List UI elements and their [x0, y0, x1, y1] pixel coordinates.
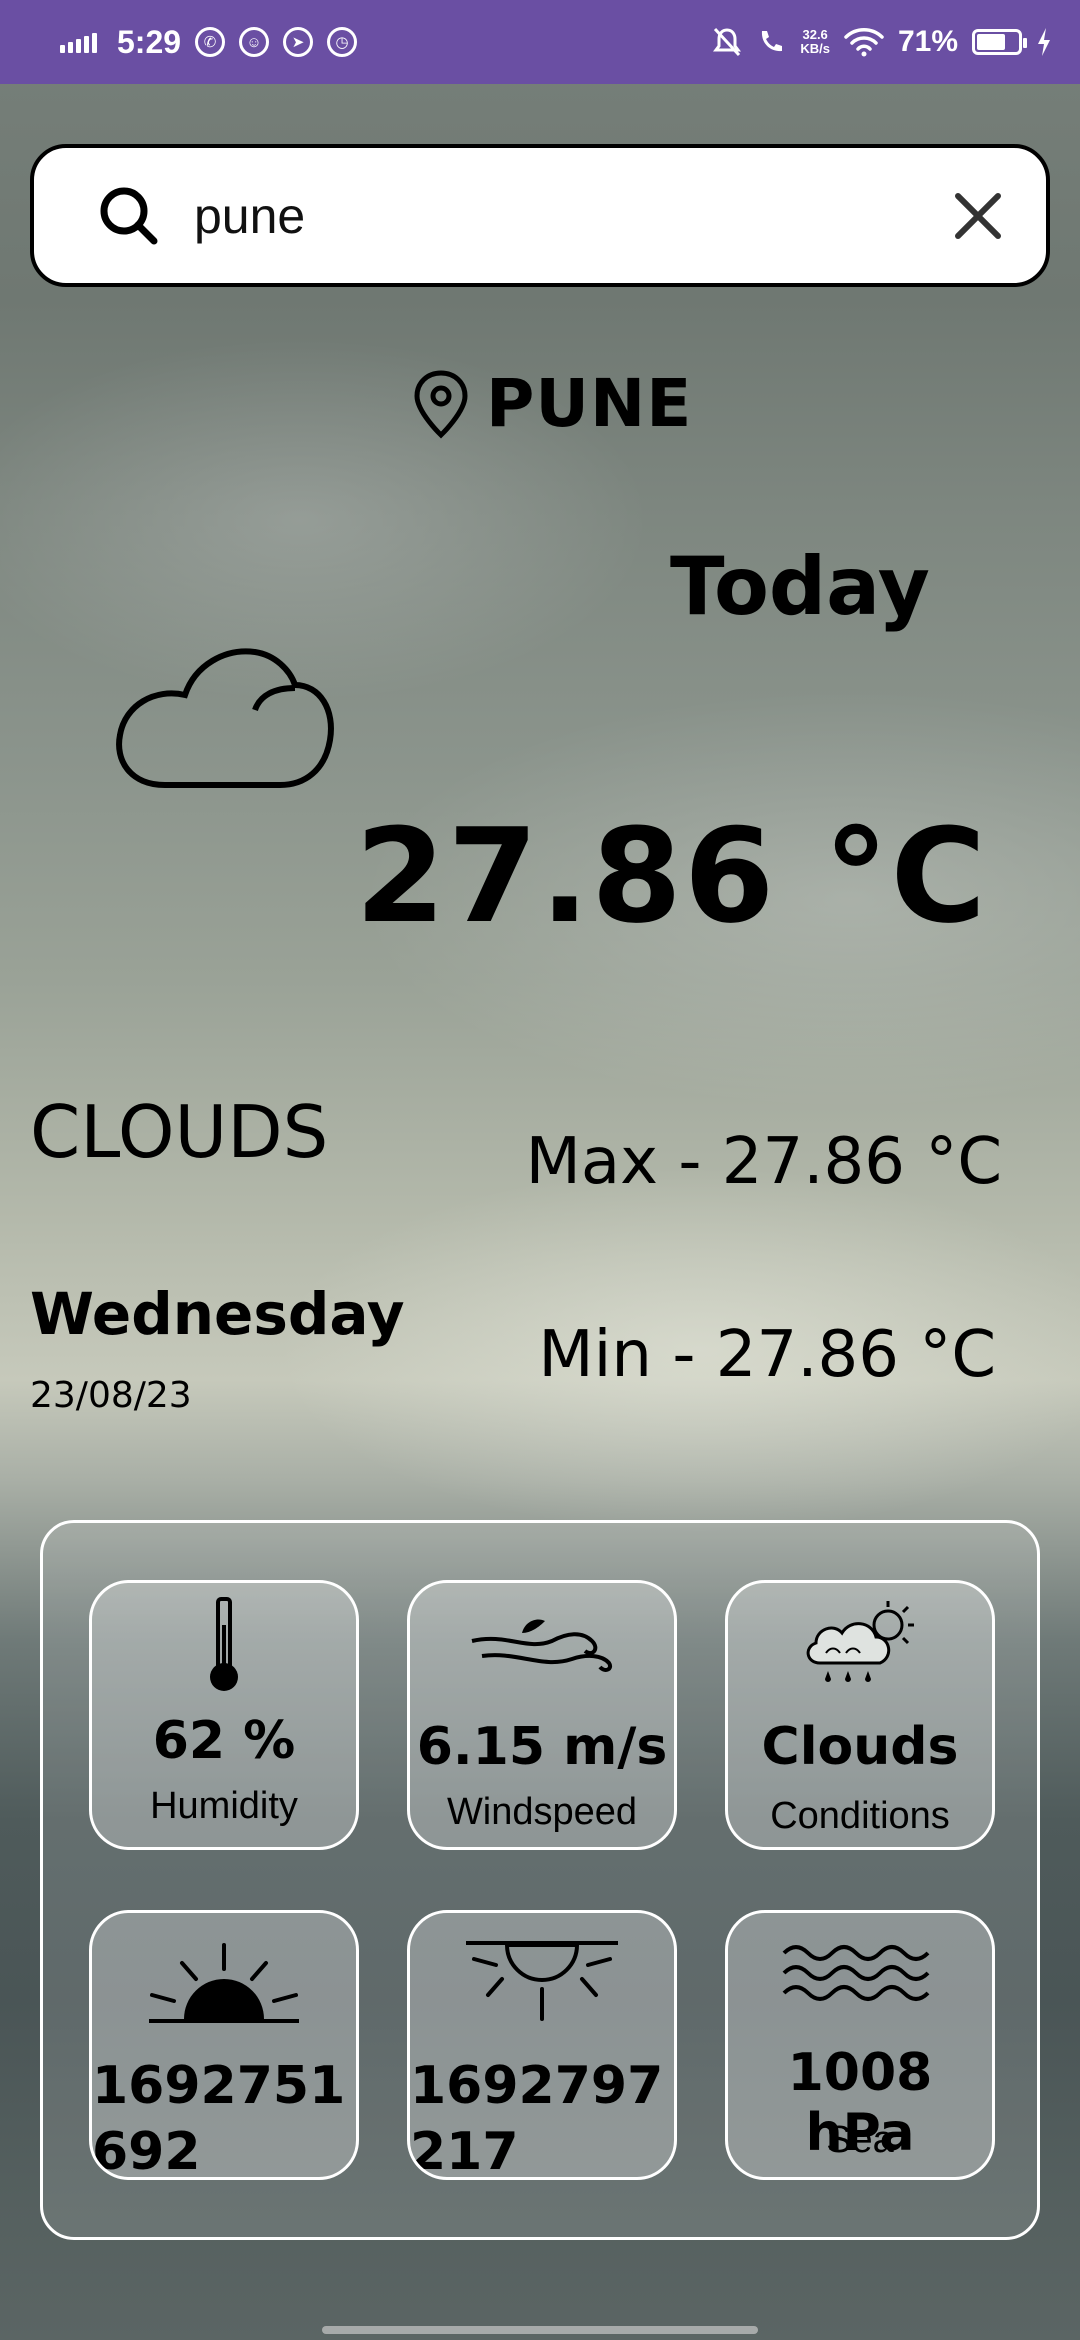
search-bar[interactable] [30, 144, 1050, 287]
search-input[interactable] [194, 186, 950, 245]
sea-pressure-card: 1008 hPa Sea [725, 1910, 995, 2180]
signal-icon [60, 31, 97, 53]
snapchat-icon: ☺ [239, 27, 270, 57]
location-title: PUNE [410, 365, 692, 442]
humidity-card: 62 % Humidity [89, 1580, 359, 1850]
current-temperature: 27.86 °C [355, 800, 988, 952]
status-bar: 5:29 ✆ ☺ ➤ ◷ 32.6 KB/s 71% [0, 0, 1080, 84]
clock-app-icon: ◷ [327, 27, 358, 57]
city-name: PUNE [486, 365, 693, 442]
windspeed-label: Windspeed [446, 1791, 638, 1833]
weather-condition: CLOUDS [30, 1090, 329, 1174]
network-speed: 32.6 KB/s [800, 27, 830, 56]
cloud-sun-rain-icon [806, 1601, 914, 1682]
location-pin-icon [414, 369, 468, 438]
sunrise-value: 1692751692 [92, 2056, 346, 2180]
conditions-card: Clouds Conditions [725, 1580, 995, 1850]
windspeed-value: 6.15 m/s [416, 1717, 668, 1777]
humidity-label: Humidity [150, 1785, 298, 1827]
wifi-icon [844, 28, 884, 57]
windspeed-card: 6.15 m/s Windspeed [407, 1580, 677, 1850]
whatsapp-icon: ✆ [195, 27, 226, 57]
max-temperature: Max - 27.86 °C [525, 1125, 1002, 1199]
today-heading: Today [670, 540, 930, 633]
waves-icon [782, 1945, 930, 2001]
search-icon[interactable] [94, 181, 164, 251]
gesture-nav-handle[interactable] [322, 2326, 758, 2334]
sea-pressure-label: Sea [826, 2119, 894, 2161]
sunset-value: 1692797217 [410, 2056, 664, 2180]
date: 23/08/23 [30, 1375, 192, 1416]
sunrise-card: 1692751692 [89, 1910, 359, 2180]
telegram-icon: ➤ [283, 27, 314, 57]
weekday: Wednesday [30, 1280, 405, 1348]
wind-icon [471, 1619, 612, 1672]
min-temperature: Min - 27.86 °C [538, 1318, 996, 1392]
conditions-label: Conditions [770, 1795, 950, 1837]
conditions-value: Clouds [761, 1717, 959, 1777]
sunset-icon [466, 1941, 618, 2021]
sunrise-icon [149, 1943, 299, 2023]
battery-percent: 71% [897, 25, 958, 58]
thermometer-icon [210, 1597, 238, 1691]
close-icon[interactable] [950, 188, 1006, 244]
notifications-off-icon [713, 27, 742, 57]
battery-icon [972, 29, 1027, 55]
sunset-card: 1692797217 [407, 1910, 677, 2180]
wifi-calling-icon [762, 31, 783, 52]
status-time: 5:29 [117, 23, 182, 60]
cloud-icon [116, 648, 334, 788]
weather-details-panel: 62 % Humidity 6.15 m/s Windspeed Clouds … [40, 1520, 1040, 2240]
humidity-value: 62 % [152, 1711, 296, 1771]
charging-icon [1038, 28, 1050, 56]
